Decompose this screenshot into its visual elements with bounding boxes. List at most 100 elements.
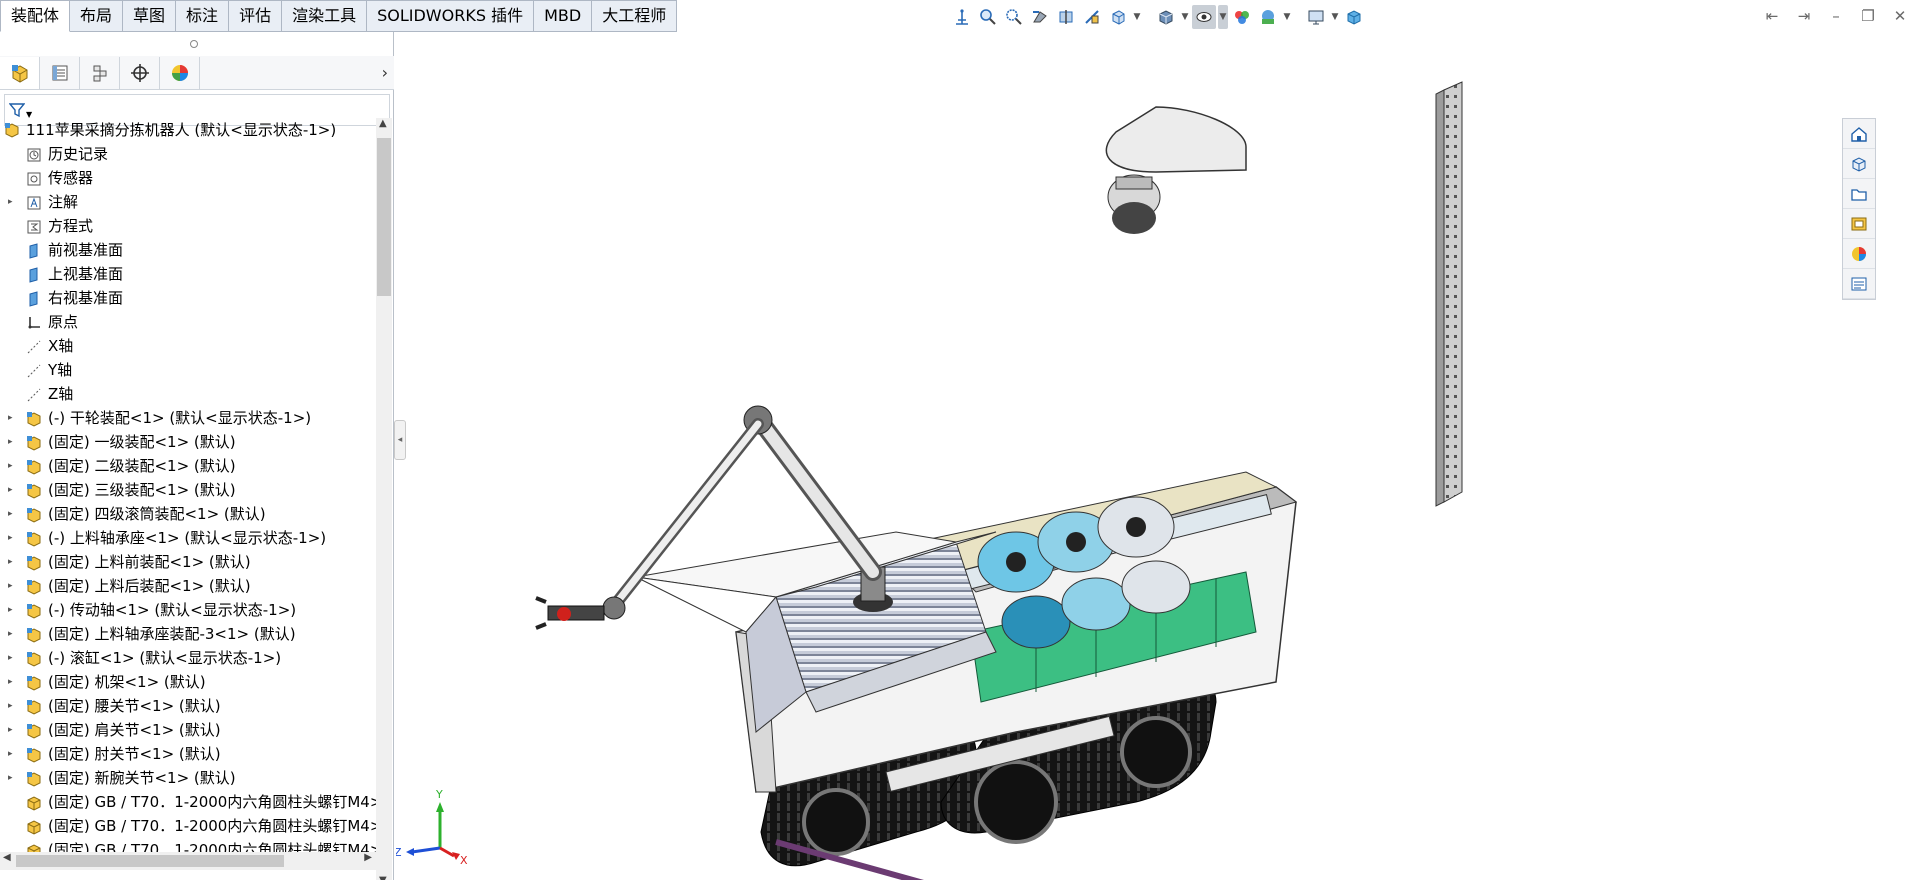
expand-arrow-icon[interactable]: ▸: [8, 742, 13, 766]
tree-item[interactable]: Y轴: [0, 358, 376, 382]
view-settings-dropdown-icon[interactable]: ▼: [1330, 5, 1340, 29]
design-library-icon[interactable]: [1843, 149, 1875, 179]
view-orientation-icon[interactable]: [1106, 5, 1130, 29]
view-orientation-dropdown-icon[interactable]: ▼: [1132, 5, 1142, 29]
expand-arrow-icon[interactable]: ▸: [8, 574, 13, 598]
restore-right-icon[interactable]: ⇥: [1794, 6, 1814, 26]
tab-0[interactable]: 装配体: [0, 0, 71, 32]
custom-properties-icon[interactable]: [1843, 269, 1875, 299]
tab-2[interactable]: 草图: [123, 0, 177, 32]
expand-arrow-icon[interactable]: ▸: [8, 670, 13, 694]
tree-item[interactable]: ▸ (-) 上料轴承座<1> (默认<显示状态-1>): [0, 526, 376, 550]
expand-arrow-icon[interactable]: ▸: [8, 694, 13, 718]
previous-view-icon[interactable]: [1028, 5, 1052, 29]
display-manager-icon[interactable]: [160, 56, 200, 89]
tab-4[interactable]: 评估: [229, 0, 283, 32]
expand-arrow-icon[interactable]: ▸: [8, 190, 13, 214]
tree-horizontal-scrollbar[interactable]: ◀ ▶: [0, 852, 376, 870]
tree-item[interactable]: 方程式: [0, 214, 376, 238]
panel-grip-icon[interactable]: [190, 40, 198, 48]
expand-arrow-icon[interactable]: ▸: [8, 406, 13, 430]
graphics-area[interactable]: Y Z X: [394, 32, 1876, 880]
tree-item[interactable]: ▸ (固定) 肩关节<1> (默认): [0, 718, 376, 742]
expand-arrow-icon[interactable]: ▸: [8, 550, 13, 574]
tree-item[interactable]: 传感器: [0, 166, 376, 190]
tab-5[interactable]: 渲染工具: [282, 0, 368, 32]
expand-arrow-icon[interactable]: ▸: [8, 502, 13, 526]
tree-item[interactable]: ▸ (固定) 肘关节<1> (默认): [0, 742, 376, 766]
expand-arrow-icon[interactable]: ▸: [8, 478, 13, 502]
close-icon[interactable]: ✕: [1890, 6, 1910, 26]
tab-7[interactable]: MBD: [534, 0, 593, 32]
edit-appearance-icon[interactable]: [1230, 5, 1254, 29]
tree-item[interactable]: ▸ (固定) 上料后装配<1> (默认): [0, 574, 376, 598]
scroll-up-icon[interactable]: ▲: [379, 118, 387, 129]
tree-item[interactable]: ▸ (固定) 四级滚筒装配<1> (默认): [0, 502, 376, 526]
scroll-thumb[interactable]: [377, 138, 391, 296]
tab-1[interactable]: 布局: [70, 0, 124, 32]
tree-item[interactable]: X轴: [0, 334, 376, 358]
expand-arrow-icon[interactable]: ▸: [8, 598, 13, 622]
tree-item[interactable]: ▸ (固定) 机架<1> (默认): [0, 670, 376, 694]
dynamic-annotation-icon[interactable]: [1080, 5, 1104, 29]
tree-item[interactable]: (固定) GB / T70．1-2000内六角圆柱头螺钉M4>: [0, 814, 376, 838]
tree-item[interactable]: ▸ (固定) 三级装配<1> (默认): [0, 478, 376, 502]
apply-scene-icon[interactable]: [1256, 5, 1280, 29]
display-style-dropdown-icon[interactable]: ▼: [1180, 5, 1190, 29]
tree-item[interactable]: 原点: [0, 310, 376, 334]
section-view-icon[interactable]: [1054, 5, 1078, 29]
tree-item[interactable]: ▸ (固定) 一级装配<1> (默认): [0, 430, 376, 454]
zoom-area-icon[interactable]: [1002, 5, 1026, 29]
3d-view-icon[interactable]: [1342, 5, 1366, 29]
tree-item[interactable]: 上视基准面: [0, 262, 376, 286]
more-tabs-icon[interactable]: ›: [382, 63, 388, 82]
expand-arrow-icon[interactable]: ▸: [8, 526, 13, 550]
scroll-down-icon[interactable]: ▼: [379, 875, 387, 880]
tree-item[interactable]: ▸ (固定) 上料前装配<1> (默认): [0, 550, 376, 574]
expand-arrow-icon[interactable]: ▸: [8, 430, 13, 454]
display-style-icon[interactable]: [1154, 5, 1178, 29]
dimxpert-icon[interactable]: [120, 56, 160, 89]
hide-show-items-icon[interactable]: [1192, 5, 1216, 29]
tree-item[interactable]: (固定) GB / T70．1-2000内六角圆柱头螺钉M4>: [0, 790, 376, 814]
tab-3[interactable]: 标注: [176, 0, 230, 32]
expand-arrow-icon[interactable]: ▸: [8, 622, 13, 646]
scroll-right-icon[interactable]: ▶: [364, 852, 372, 863]
propertymanager-icon[interactable]: [40, 56, 80, 89]
tree-root[interactable]: 111苹果采摘分拣机器人 (默认<显示状态-1>): [0, 118, 376, 142]
zoom-fit-icon[interactable]: [976, 5, 1000, 29]
restore-icon[interactable]: ❐: [1858, 6, 1878, 26]
view-orient-icon[interactable]: [950, 5, 974, 29]
tree-item[interactable]: ▸ (固定) 腰关节<1> (默认): [0, 694, 376, 718]
tree-item[interactable]: ▸ (-) 滚缸<1> (默认<显示状态-1>): [0, 646, 376, 670]
apply-scene-dropdown-icon[interactable]: ▼: [1282, 5, 1292, 29]
tree-item[interactable]: ▸ (固定) 新腕关节<1> (默认): [0, 766, 376, 790]
expand-arrow-icon[interactable]: ▸: [8, 646, 13, 670]
file-explorer-icon[interactable]: [1843, 179, 1875, 209]
hide-show-dropdown-icon[interactable]: ▼: [1218, 5, 1228, 29]
tree-item[interactable]: ▸ (-) 传动轴<1> (默认<显示状态-1>): [0, 598, 376, 622]
tree-item[interactable]: 前视基准面: [0, 238, 376, 262]
hscroll-thumb[interactable]: [16, 855, 284, 867]
home-icon[interactable]: [1843, 119, 1875, 149]
tree-item[interactable]: 右视基准面: [0, 286, 376, 310]
view-settings-icon[interactable]: [1304, 5, 1328, 29]
tree-vertical-scrollbar[interactable]: ▲ ▼: [376, 118, 392, 880]
tree-item[interactable]: ▸ (固定) 上料轴承座装配-3<1> (默认): [0, 622, 376, 646]
tree-item[interactable]: ▸ (-) 干轮装配<1> (默认<显示状态-1>): [0, 406, 376, 430]
appearances-icon[interactable]: [1843, 239, 1875, 269]
minimize-icon[interactable]: –: [1826, 6, 1846, 26]
tree-item[interactable]: ▸ 注解: [0, 190, 376, 214]
restore-left-icon[interactable]: ⇤: [1762, 6, 1782, 26]
tab-6[interactable]: SOLIDWORKS 插件: [367, 0, 535, 32]
tree-item[interactable]: Z轴: [0, 382, 376, 406]
configurationmanager-icon[interactable]: [80, 56, 120, 89]
view-palette-icon[interactable]: [1843, 209, 1875, 239]
tree-item[interactable]: 历史记录: [0, 142, 376, 166]
featuremanager-icon[interactable]: [0, 56, 40, 89]
scroll-left-icon[interactable]: ◀: [3, 852, 11, 863]
expand-arrow-icon[interactable]: ▸: [8, 454, 13, 478]
expand-arrow-icon[interactable]: ▸: [8, 766, 13, 790]
tab-8[interactable]: 大工程师: [592, 0, 678, 32]
expand-arrow-icon[interactable]: ▸: [8, 718, 13, 742]
